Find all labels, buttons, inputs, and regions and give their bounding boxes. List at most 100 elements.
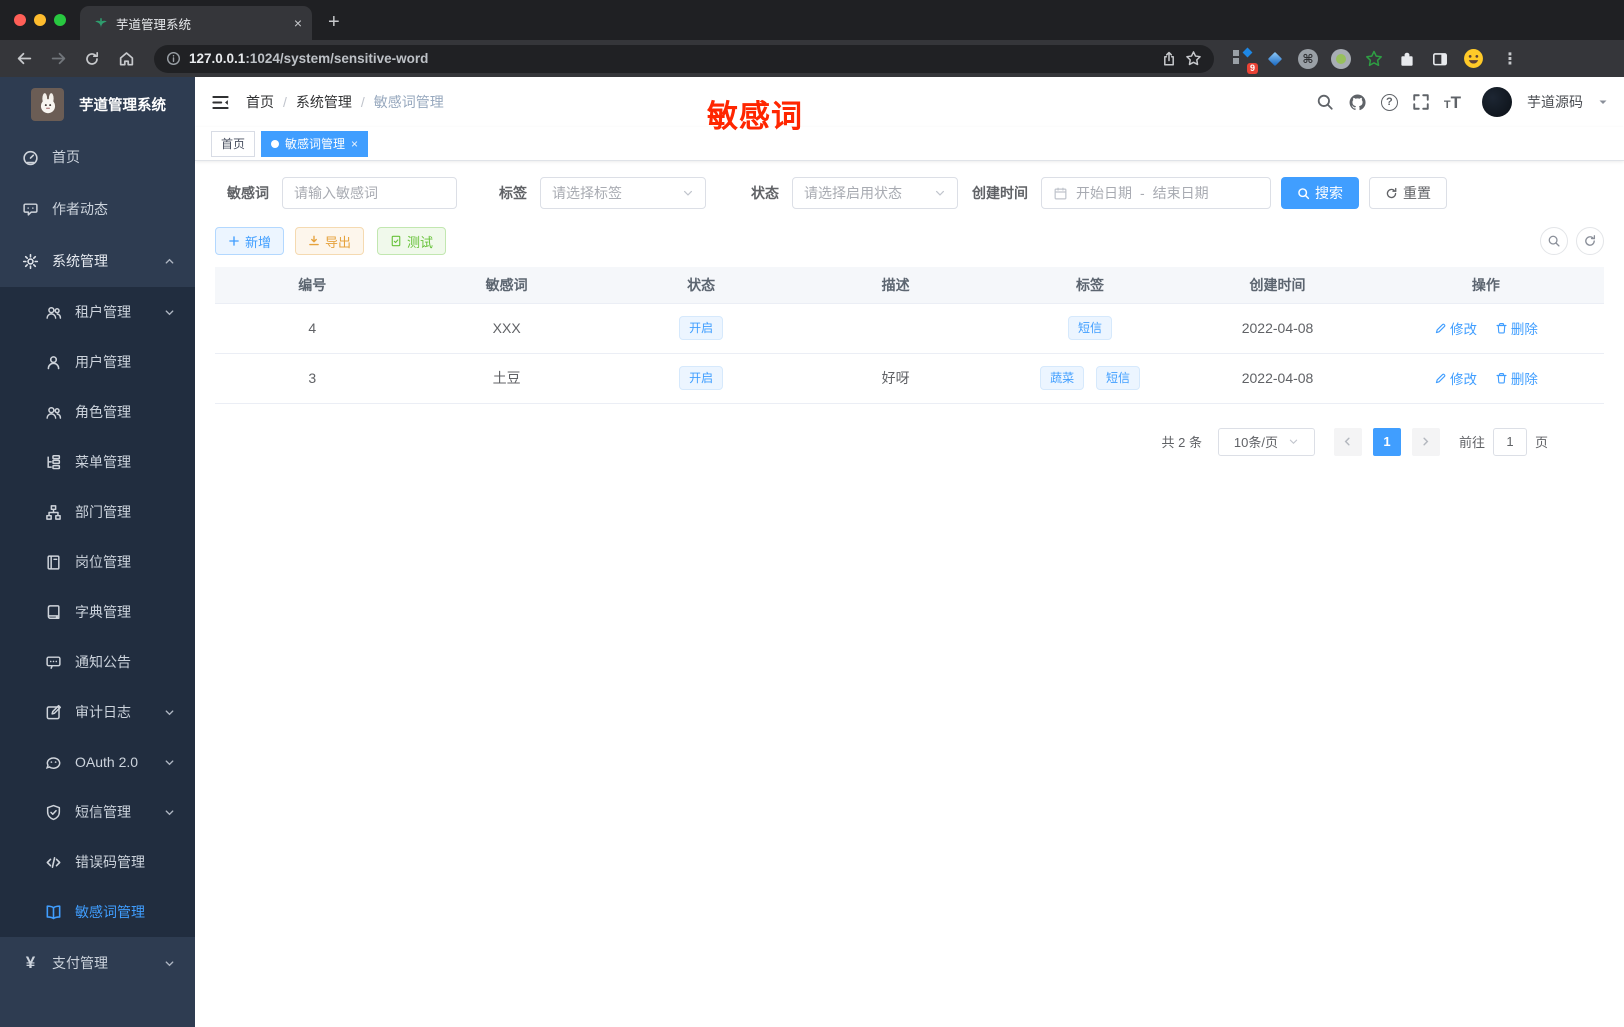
calendar-icon: [1053, 186, 1068, 201]
github-icon[interactable]: [1348, 92, 1368, 112]
minimize-window-button[interactable]: [34, 14, 46, 26]
hamburger-fold-icon[interactable]: [211, 93, 230, 112]
refresh-table-button[interactable]: [1576, 227, 1604, 255]
sidebar-item-sms[interactable]: 短信管理: [0, 787, 195, 837]
keyword-input[interactable]: [294, 185, 445, 201]
yen-icon: ¥: [25, 953, 36, 972]
sidebar-item-audit-log[interactable]: 审计日志: [0, 687, 195, 737]
chevron-left-icon: [1345, 437, 1351, 446]
extension-kite-icon[interactable]: [1263, 47, 1287, 71]
sidebar: 芋道管理系统 首页 作者动态 系统管理 租户管理 用户管理 角色管理 菜单管理 …: [0, 77, 195, 1027]
close-window-button[interactable]: [14, 14, 26, 26]
delete-link[interactable]: 删除: [1495, 318, 1538, 338]
tag-select[interactable]: 请选择标签: [540, 177, 706, 209]
sidebar-item-system[interactable]: 系统管理: [0, 235, 195, 287]
reload-icon[interactable]: [78, 45, 106, 73]
sidebar-item-author[interactable]: 作者动态: [0, 183, 195, 235]
cell-created: 2022-04-08: [1187, 303, 1368, 354]
window-controls: [0, 0, 80, 40]
address-bar[interactable]: 127.0.0.1:1024/system/sensitive-word: [154, 44, 1214, 73]
table-header-row: 编号 敏感词 状态 描述 标签 创建时间 操作: [215, 267, 1604, 304]
caret-down-icon[interactable]: [1598, 97, 1608, 107]
fullscreen-icon[interactable]: [1411, 92, 1431, 112]
reset-button[interactable]: 重置: [1369, 177, 1447, 209]
goto-page-input[interactable]: [1492, 427, 1527, 456]
extension-badge: 9: [1246, 62, 1258, 74]
tag-badge: 短信: [1068, 315, 1113, 341]
menu-tree-icon: [47, 454, 61, 469]
tab-close-icon[interactable]: ×: [294, 15, 302, 31]
sidebar-item-home[interactable]: 首页: [0, 131, 195, 183]
extension-star-icon[interactable]: [1362, 47, 1386, 71]
sidebar-item-dept[interactable]: 部门管理: [0, 487, 195, 537]
page-size-select[interactable]: 10条/页: [1217, 427, 1315, 456]
sidebar-item-menu[interactable]: 菜单管理: [0, 437, 195, 487]
edit-link[interactable]: 修改: [1434, 318, 1477, 338]
sidebar-item-notice[interactable]: 通知公告: [0, 637, 195, 687]
cell-word: XXX: [409, 303, 604, 354]
browser-menu-icon[interactable]: ⋮: [1502, 49, 1518, 69]
search-button[interactable]: 搜索: [1281, 177, 1359, 209]
cell-word: 土豆: [409, 353, 604, 404]
extension-puzzle-icon[interactable]: [1395, 47, 1419, 71]
user-avatar[interactable]: [1482, 87, 1512, 117]
col-tags: 标签: [992, 267, 1188, 304]
page-unit-label: 页: [1534, 435, 1548, 450]
back-icon[interactable]: [10, 45, 38, 73]
profile-avatar-icon[interactable]: [1461, 47, 1485, 71]
table-row: 4 XXX 开启 短信 2022-04-08 修改 删除: [215, 303, 1604, 354]
browser-tab[interactable]: 芋道管理系统 ×: [80, 6, 312, 40]
search-icon: [1548, 235, 1560, 247]
breadcrumb-home[interactable]: 首页: [246, 92, 274, 112]
chevron-down-icon: [164, 958, 175, 969]
tag-close-icon[interactable]: ×: [351, 137, 358, 151]
sidebar-item-tenant[interactable]: 租户管理: [0, 287, 195, 337]
bookmark-star-icon[interactable]: [1185, 50, 1202, 67]
maximize-window-button[interactable]: [54, 14, 66, 26]
site-info-icon[interactable]: [166, 51, 181, 66]
extension-record-icon[interactable]: [1329, 47, 1353, 71]
username[interactable]: 芋道源码: [1527, 92, 1583, 112]
favicon-icon: [94, 16, 108, 30]
tag-sensitive-word[interactable]: 敏感词管理 ×: [261, 130, 369, 157]
breadcrumb-system[interactable]: 系统管理: [296, 92, 352, 112]
tag-home[interactable]: 首页: [211, 130, 256, 157]
page-number-1[interactable]: 1: [1372, 427, 1401, 456]
sidebar-item-post[interactable]: 岗位管理: [0, 537, 195, 587]
font-size-icon[interactable]: TT: [1444, 94, 1461, 111]
home-icon[interactable]: [112, 45, 140, 73]
edit-link[interactable]: 修改: [1434, 368, 1477, 388]
side-panel-icon[interactable]: [1428, 47, 1452, 71]
sidebar-item-oauth[interactable]: OAuth 2.0: [0, 737, 195, 787]
share-icon[interactable]: [1161, 51, 1177, 67]
help-icon[interactable]: ?: [1380, 93, 1398, 111]
page-content: 敏感词 标签 请选择标签 状态 请选择启用状态 创建时间: [195, 161, 1624, 1027]
pagination: 共 2 条 10条/页 1 前往 页: [215, 427, 1548, 456]
new-tab-button[interactable]: +: [328, 8, 340, 36]
col-actions: 操作: [1367, 267, 1604, 304]
book-icon: [47, 604, 60, 619]
sidebar-item-error-code[interactable]: 错误码管理: [0, 837, 195, 887]
sidebar-item-payment[interactable]: ¥ 支付管理: [0, 937, 195, 989]
sidebar-item-dict[interactable]: 字典管理: [0, 587, 195, 637]
chat-icon: [23, 202, 38, 216]
prev-page-button[interactable]: [1333, 427, 1362, 456]
sidebar-item-user[interactable]: 用户管理: [0, 337, 195, 387]
sidebar-item-role[interactable]: 角色管理: [0, 387, 195, 437]
next-page-button[interactable]: [1411, 427, 1440, 456]
status-select[interactable]: 请选择启用状态: [792, 177, 958, 209]
open-book-icon: [46, 904, 61, 919]
chevron-down-icon: [164, 807, 175, 818]
export-button[interactable]: 导出: [295, 227, 365, 255]
test-button[interactable]: 测试: [377, 227, 447, 255]
search-icon[interactable]: [1315, 92, 1335, 112]
extension-command-icon[interactable]: ⌘: [1296, 47, 1320, 71]
toggle-search-button[interactable]: [1540, 227, 1568, 255]
extension-grid-icon[interactable]: 9: [1230, 47, 1258, 74]
delete-link[interactable]: 删除: [1495, 368, 1538, 388]
date-range-picker[interactable]: 开始日期 - 结束日期: [1041, 177, 1271, 209]
forward-icon[interactable]: [44, 45, 72, 73]
sidebar-item-sensitive-word[interactable]: 敏感词管理: [0, 887, 195, 937]
annotation-text: 敏感词: [707, 99, 803, 134]
add-button[interactable]: 新增: [215, 227, 285, 255]
